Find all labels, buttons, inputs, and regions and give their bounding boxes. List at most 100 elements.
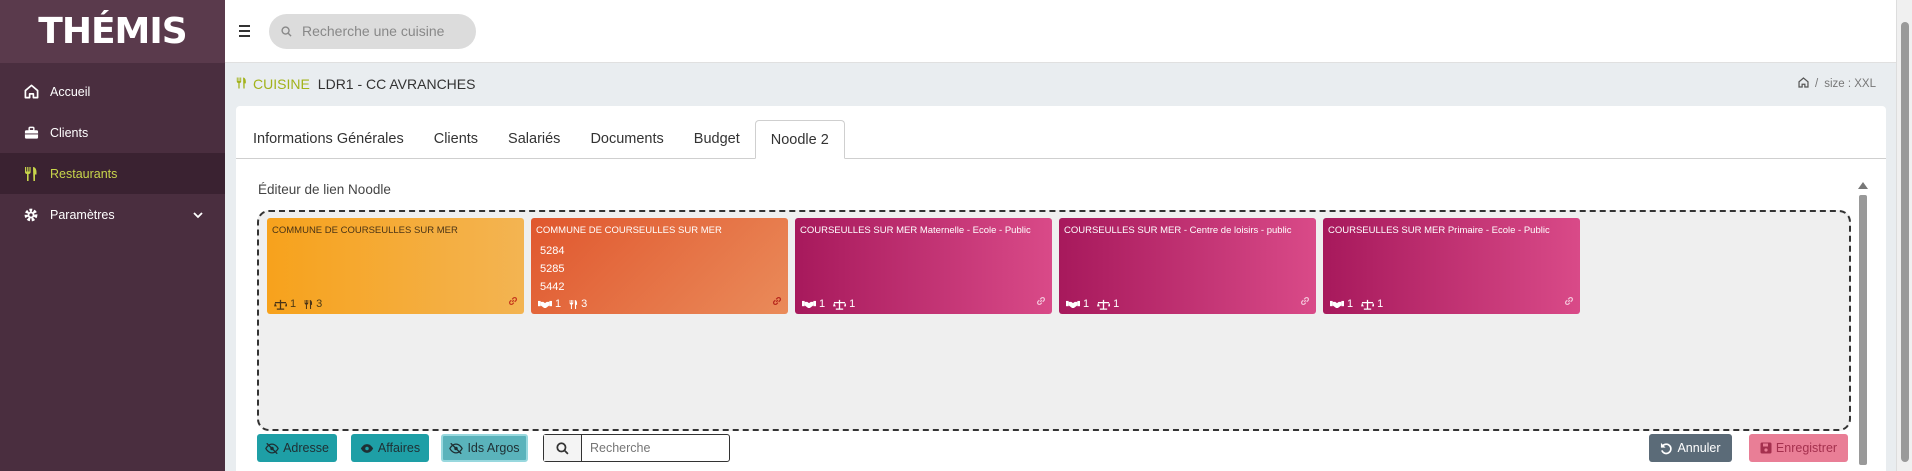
card-stat-value: 1: [849, 298, 856, 310]
top-bar: Recherche une cuisine: [225, 0, 1896, 63]
card-stat-value: 1: [1377, 298, 1384, 310]
utensils-icon: [22, 165, 40, 183]
toggle-adresse-button[interactable]: Adresse: [257, 434, 337, 462]
sidebar-item-label: Clients: [50, 125, 89, 140]
kitchen-search-input[interactable]: Recherche une cuisine: [269, 13, 476, 49]
noodle-card[interactable]: COURSEULLES SUR MER Maternelle - Ecole -…: [795, 218, 1052, 314]
main-panel: Informations Générales Clients Salariés …: [236, 106, 1886, 471]
editor-title: Éditeur de lien Noodle: [258, 182, 391, 197]
balance-icon: [274, 299, 287, 310]
search-icon[interactable]: [544, 435, 582, 461]
chevron-down-icon[interactable]: [193, 208, 203, 222]
undo-icon: [1661, 442, 1673, 454]
card-ids: 5284 5285 5442: [540, 242, 783, 296]
card-id: 5285: [540, 263, 565, 276]
utensils-icon: [304, 299, 313, 309]
eye-slash-icon: [265, 442, 279, 454]
tab-documents[interactable]: Documents: [575, 120, 678, 158]
card-stats: 1 1: [802, 298, 859, 310]
page-scrollbar-thumb[interactable]: [1901, 22, 1909, 462]
ids-argos-label: Ids Argos: [467, 441, 520, 455]
noodle-card[interactable]: COURSEULLES SUR MER - Centre de loisirs …: [1059, 218, 1316, 314]
save-label: Enregistrer: [1775, 441, 1838, 455]
home-icon[interactable]: [1798, 77, 1809, 91]
eye-slash-icon: [449, 442, 464, 454]
tab-salaries[interactable]: Salariés: [493, 120, 575, 158]
utensils-icon: [236, 76, 247, 93]
briefcase-icon: [22, 124, 40, 142]
noodle-card[interactable]: COMMUNE DE COURSEULLES SUR MER 1 3: [267, 218, 524, 314]
sidebar-item-restaurants[interactable]: Restaurants: [0, 153, 225, 194]
noodle-card[interactable]: COURSEULLES SUR MER Primaire - Ecole - P…: [1323, 218, 1580, 314]
app-logo[interactable]: THÉMIS: [0, 0, 225, 63]
link-icon[interactable]: [772, 296, 782, 309]
link-icon[interactable]: [1036, 296, 1046, 309]
card-stat-value: 1: [819, 298, 826, 310]
card-id: 5284: [540, 245, 565, 258]
breadcrumb-trail: / size : XXL: [1798, 77, 1876, 91]
sidebar-item-parametres[interactable]: Paramètres: [0, 194, 225, 235]
sidebar-item-label: Restaurants: [50, 166, 118, 181]
scroll-up-arrow-icon[interactable]: [1858, 182, 1868, 189]
handshake-icon: [1066, 300, 1080, 308]
link-icon[interactable]: [1300, 296, 1310, 309]
cancel-button[interactable]: Annuler: [1649, 434, 1732, 462]
card-title: COURSEULLES SUR MER - Centre de loisirs …: [1064, 225, 1292, 236]
tab-clients[interactable]: Clients: [419, 120, 493, 158]
card-stats: 1 1: [1066, 298, 1123, 310]
breadcrumb-kind: CUISINE: [253, 76, 310, 92]
tab-noodle-2[interactable]: Noodle 2: [754, 120, 845, 159]
sidebar: THÉMIS Accueil Clients Restaurants Param…: [0, 0, 225, 471]
noodle-card[interactable]: COMMUNE DE COURSEULLES SUR MER 5284 5285…: [531, 218, 788, 314]
editor-scrollbar-thumb[interactable]: [1859, 195, 1867, 465]
card-search-input[interactable]: [582, 435, 722, 461]
tab-bar: Informations Générales Clients Salariés …: [236, 120, 1886, 159]
breadcrumb-separator: /: [1815, 78, 1819, 90]
save-button[interactable]: Enregistrer: [1749, 434, 1848, 462]
card-title: COMMUNE DE COURSEULLES SUR MER: [536, 225, 722, 236]
tab-budget[interactable]: Budget: [679, 120, 755, 158]
card-stats: 1 3: [538, 298, 591, 310]
handshake-icon: [802, 300, 816, 308]
utensils-icon: [569, 299, 578, 309]
gear-icon: [22, 206, 40, 224]
sidebar-item-label: Accueil: [50, 84, 91, 99]
editor-scrollbar[interactable]: [1858, 182, 1868, 471]
card-stat-value: 1: [290, 298, 297, 310]
sidebar-item-clients[interactable]: Clients: [0, 112, 225, 153]
toggle-affaires-button[interactable]: Affaires: [351, 434, 429, 462]
card-search-group: [543, 434, 730, 462]
card-stat-value: 1: [1113, 298, 1120, 310]
page-scrollbar[interactable]: [1896, 0, 1912, 471]
page-title: LDR1 - CC AVRANCHES: [317, 76, 476, 92]
handshake-icon: [538, 300, 552, 308]
card-stats: 1 1: [1330, 298, 1387, 310]
toggle-ids-argos-button[interactable]: Ids Argos: [441, 434, 528, 462]
kitchen-search-placeholder: Recherche une cuisine: [302, 23, 445, 39]
floppy-disk-icon: [1760, 442, 1772, 454]
balance-icon: [1097, 299, 1111, 310]
tab-informations-generales[interactable]: Informations Générales: [238, 120, 419, 158]
card-stat-value: 3: [581, 298, 588, 310]
adresse-label: Adresse: [283, 441, 329, 455]
sidebar-item-accueil[interactable]: Accueil: [0, 71, 225, 112]
card-stat-value: 1: [1083, 298, 1090, 310]
sidebar-nav: Accueil Clients Restaurants Paramètres: [0, 71, 225, 235]
cancel-label: Annuler: [1677, 441, 1721, 455]
link-icon[interactable]: [1564, 296, 1574, 309]
link-icon[interactable]: [508, 296, 518, 309]
sidebar-item-label: Paramètres: [50, 207, 115, 222]
balance-icon: [1361, 299, 1375, 310]
size-label: size : XXL: [1824, 78, 1876, 90]
card-stat-value: 1: [1347, 298, 1354, 310]
card-stat-value: 1: [555, 298, 562, 310]
balance-icon: [833, 299, 847, 310]
card-title: COURSEULLES SUR MER Maternelle - Ecole -…: [800, 225, 1031, 236]
eye-icon: [360, 443, 374, 453]
hamburger-menu-icon[interactable]: [239, 25, 259, 37]
home-icon: [22, 83, 40, 101]
card-title: COURSEULLES SUR MER Primaire - Ecole - P…: [1328, 225, 1550, 236]
card-stat-value: 3: [316, 298, 323, 310]
affaires-label: Affaires: [377, 441, 421, 455]
search-icon: [281, 25, 292, 37]
